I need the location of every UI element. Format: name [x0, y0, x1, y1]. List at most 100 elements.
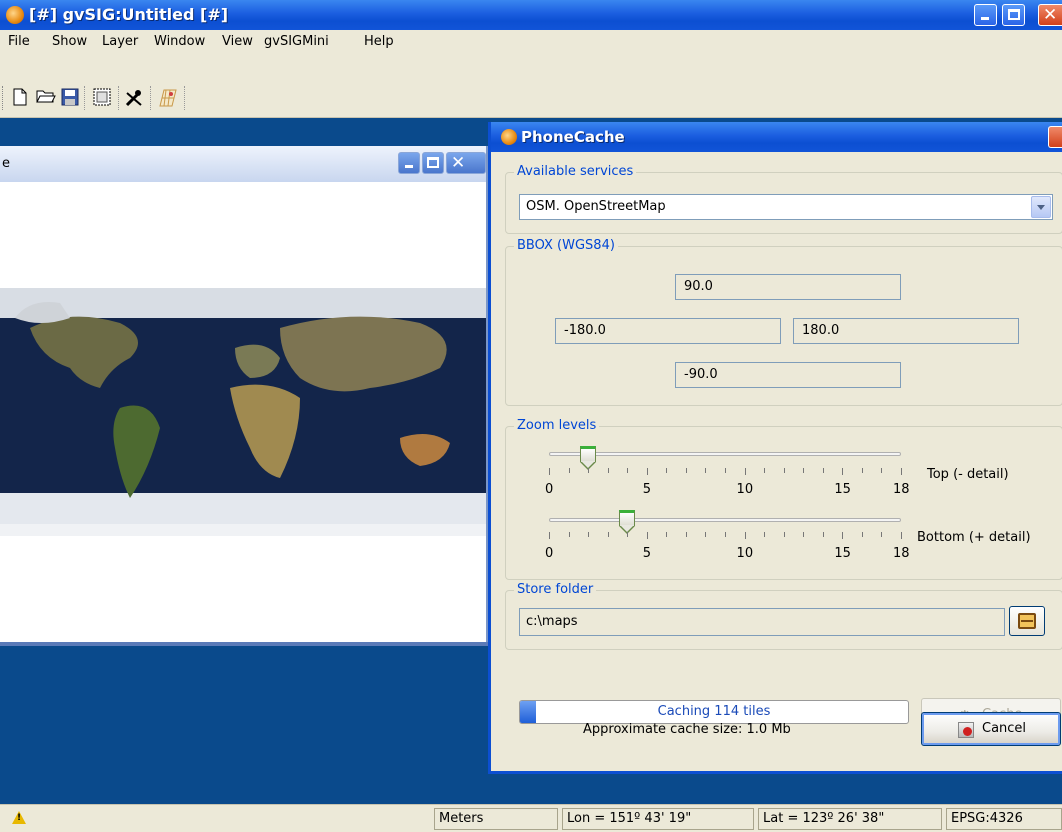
layer-grid-icon[interactable] [158, 88, 178, 108]
bottom-zoom-track[interactable] [549, 518, 901, 522]
zoom-tick [803, 532, 805, 537]
window-title: [#] gvSIG:Untitled [#] [29, 5, 229, 24]
zoom-tick-label: 5 [642, 546, 652, 561]
zoom-tick-label: 10 [736, 482, 754, 497]
cancel-button[interactable]: Cancel [921, 712, 1061, 746]
zoom-tick [646, 468, 648, 475]
status-crs: EPSG:4326 [946, 808, 1062, 830]
progress-text: Caching 114 tiles [657, 704, 771, 719]
zoom-tick [881, 468, 883, 473]
zoom-tick [568, 532, 570, 537]
zoom-tick [568, 468, 570, 473]
toolbar-separator [184, 86, 185, 110]
bbox-south-field[interactable]: -90.0 [675, 362, 901, 388]
zoom-tick [861, 468, 863, 473]
view-title: e [2, 156, 10, 171]
zoom-tick-label: 18 [893, 482, 910, 497]
zoom-tick [685, 532, 687, 537]
services-combo[interactable]: OSM. OpenStreetMap [519, 194, 1053, 220]
browse-folder-button[interactable] [1009, 606, 1045, 636]
zoom-tick [588, 532, 590, 537]
zoom-tick [607, 468, 609, 473]
close-button[interactable]: ✕ [1038, 4, 1062, 26]
chevron-down-icon[interactable] [1031, 196, 1051, 218]
zoom-tick [901, 468, 902, 475]
menu-help[interactable]: Help [364, 34, 394, 49]
top-zoom-label: Top (- detail) [927, 467, 1009, 482]
gvsig-app-icon [6, 6, 24, 24]
zoom-tick-label: 10 [736, 546, 754, 561]
top-zoom-track[interactable] [549, 452, 901, 456]
zoom-tick-label: 15 [834, 546, 851, 561]
zoom-tick [705, 468, 707, 473]
toolbar-separator [118, 86, 119, 110]
cancel-button-label: Cancel [982, 721, 1027, 736]
dialog-close-button[interactable] [1048, 126, 1062, 148]
bbox-east-field[interactable]: 180.0 [793, 318, 1019, 344]
bbox-west-field[interactable]: -180.0 [555, 318, 781, 344]
minimize-icon [981, 17, 989, 20]
zoom-tick [607, 532, 609, 537]
zoom-tick [881, 532, 883, 537]
drawer-icon [1018, 613, 1036, 629]
zoom-tick-label: 15 [834, 482, 851, 497]
close-icon: ✕ [1043, 5, 1058, 25]
zoom-tick [861, 532, 863, 537]
menu-window[interactable]: Window [154, 34, 205, 49]
zoom-tick [783, 532, 785, 537]
view-title-bar: e ✕ [0, 146, 486, 182]
zoom-tick [822, 468, 824, 473]
top-zoom-thumb[interactable] [580, 446, 597, 470]
minimize-icon [405, 165, 413, 168]
view-maximize-button[interactable] [422, 152, 444, 174]
cancel-icon [958, 722, 974, 738]
zoom-tick-label: 18 [893, 546, 910, 561]
main-title-bar: [#] gvSIG:Untitled [#] ✕ [0, 0, 1062, 30]
menu-view[interactable]: View [222, 34, 253, 49]
bbox-north-field[interactable]: 90.0 [675, 274, 901, 300]
dialog-title-bar: PhoneCache [491, 122, 1062, 152]
menu-file[interactable]: File [8, 34, 30, 49]
zoom-tick [549, 468, 550, 475]
toolbar-grip [2, 86, 5, 110]
map-frame-icon[interactable] [92, 88, 112, 108]
menu-layer[interactable]: Layer [102, 34, 138, 49]
close-icon: ✕ [451, 153, 466, 173]
gvsig-app-icon [501, 129, 517, 145]
phonecache-dialog: PhoneCache Available services OSM. OpenS… [488, 122, 1062, 774]
menu-show[interactable]: Show [52, 34, 87, 49]
status-longitude: Lon = 151º 43' 19" [562, 808, 754, 830]
store-folder-label: Store folder [514, 582, 597, 597]
cache-progress-bar: Caching 114 tiles [519, 700, 909, 724]
zoom-tick [744, 532, 746, 539]
view-close-button[interactable]: ✕ [446, 152, 486, 174]
save-disk-icon[interactable] [60, 88, 80, 108]
zoom-tick [627, 468, 629, 473]
open-folder-icon[interactable] [36, 88, 56, 108]
zoom-tick [627, 532, 629, 537]
available-services-label: Available services [514, 164, 637, 179]
new-document-icon[interactable] [10, 88, 30, 108]
zoom-tick-label: 0 [545, 482, 554, 497]
zoom-tick [783, 468, 785, 473]
status-latitude: Lat = 123º 26' 38" [758, 808, 942, 830]
menu-bar: File Show Layer Window View gvSIGMini He… [0, 30, 1062, 54]
maximize-button[interactable] [1002, 4, 1025, 26]
minimize-button[interactable] [974, 4, 997, 26]
zoom-tick [549, 532, 550, 539]
tools-icon[interactable] [124, 88, 144, 108]
store-folder-field[interactable]: c:\maps [519, 608, 1005, 636]
zoom-tick [646, 532, 648, 539]
zoom-tick [764, 532, 766, 537]
world-map-image [0, 288, 486, 536]
zoom-tick [705, 532, 707, 537]
toolbar-separator [150, 86, 151, 110]
status-units: Meters [434, 808, 558, 830]
zoom-tick-label: 0 [545, 546, 554, 561]
map-canvas[interactable] [0, 182, 486, 644]
menu-gvsigmini[interactable]: gvSIGMini [264, 34, 329, 49]
view-minimize-button[interactable] [398, 152, 420, 174]
bottom-zoom-thumb[interactable] [619, 510, 636, 534]
zoom-tick [685, 468, 687, 473]
zoom-tick [842, 532, 844, 539]
